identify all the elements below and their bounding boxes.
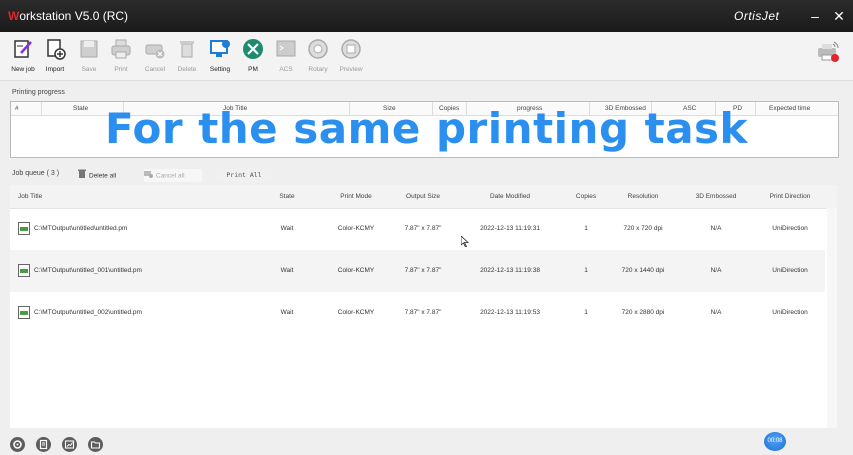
printer-icon bbox=[111, 39, 131, 59]
col-print-direction: Print Direction bbox=[769, 193, 811, 200]
preview-icon bbox=[341, 39, 361, 59]
trash-icon bbox=[180, 41, 194, 58]
col-3d-embossed: 3D Embossed bbox=[695, 193, 737, 200]
acs-button[interactable]: ACS bbox=[269, 38, 303, 78]
file-icon bbox=[18, 222, 30, 235]
title-bar: Workstation V5.0 (RC) OrtisJet – ✕ bbox=[0, 0, 853, 32]
brand-logo: OrtisJet bbox=[734, 9, 780, 23]
job-queue-label: Job queue ( 3 ) bbox=[12, 170, 60, 177]
folder-icon[interactable] bbox=[88, 437, 103, 452]
delete-button[interactable]: Delete bbox=[170, 38, 204, 78]
import-icon bbox=[47, 39, 66, 60]
setting-button[interactable]: Setting bbox=[203, 38, 237, 78]
window-title: Workstation V5.0 (RC) bbox=[8, 9, 129, 23]
col-copies: Copies bbox=[575, 193, 597, 200]
new-job-button[interactable]: New job bbox=[6, 38, 40, 78]
setting-icon bbox=[210, 40, 230, 57]
table-row[interactable]: C:\MTOutput\untitled_002\untitled.pm Wai… bbox=[10, 292, 825, 334]
cancel-print-icon bbox=[144, 169, 153, 183]
document-icon[interactable] bbox=[36, 437, 51, 452]
timer-badge: 00:08 bbox=[764, 432, 786, 451]
print-button[interactable]: Print bbox=[104, 38, 138, 78]
col-state: State bbox=[279, 193, 295, 200]
cancel-all-button[interactable]: Cancel all bbox=[144, 169, 202, 182]
scrollbar[interactable] bbox=[827, 208, 837, 428]
minimize-icon[interactable]: – bbox=[805, 6, 825, 26]
tools-icon bbox=[243, 39, 263, 59]
printing-progress-label: Printing progress bbox=[12, 89, 65, 96]
file-icon bbox=[18, 264, 30, 277]
preview-button[interactable]: Preview bbox=[334, 38, 368, 78]
printer-status-icon[interactable] bbox=[815, 38, 841, 64]
mouse-cursor-icon bbox=[461, 236, 469, 247]
overlay-caption: For the same printing task bbox=[105, 104, 748, 153]
print-all-button[interactable]: Print All bbox=[215, 169, 273, 182]
cancel-button[interactable]: Cancel bbox=[138, 38, 172, 78]
table-row[interactable]: C:\MTOutput\untitled_001\untitled.pm Wai… bbox=[10, 250, 825, 292]
rotary-icon bbox=[308, 39, 328, 59]
save-button[interactable]: Save bbox=[72, 38, 106, 78]
import-button[interactable]: Import bbox=[38, 38, 72, 78]
rotary-button[interactable]: Rotary bbox=[301, 38, 335, 78]
trash-icon bbox=[78, 169, 86, 183]
table-row[interactable]: C:\MTOutput\untitled\untitled.pm Wait Co… bbox=[10, 208, 825, 250]
close-icon[interactable]: ✕ bbox=[829, 6, 849, 26]
job-queue-header: Job Title State Print Mode Output Size D… bbox=[10, 185, 837, 209]
save-icon bbox=[80, 40, 98, 58]
col-print-mode: Print Mode bbox=[340, 193, 372, 200]
cancel-print-icon bbox=[145, 44, 165, 59]
job-queue-bar: Job queue ( 3 ) Delete all Cancel all Pr… bbox=[0, 168, 853, 184]
terminal-icon bbox=[276, 40, 296, 57]
toolbar: New job Import Save Print Cancel Delete … bbox=[0, 32, 853, 81]
file-icon bbox=[18, 306, 30, 319]
col-output-size: Output Size bbox=[406, 193, 440, 200]
col-date-modified: Date Modified bbox=[489, 193, 531, 200]
statistics-icon[interactable] bbox=[62, 437, 77, 452]
gear-icon[interactable] bbox=[10, 437, 25, 452]
delete-all-button[interactable]: Delete all bbox=[78, 169, 116, 182]
new-job-icon bbox=[14, 40, 32, 58]
col-resolution: Resolution bbox=[627, 193, 659, 200]
pm-button[interactable]: PM bbox=[236, 38, 270, 78]
col-job-title: Job Title bbox=[18, 193, 43, 200]
job-queue-table: Job Title State Print Mode Output Size D… bbox=[10, 185, 837, 428]
